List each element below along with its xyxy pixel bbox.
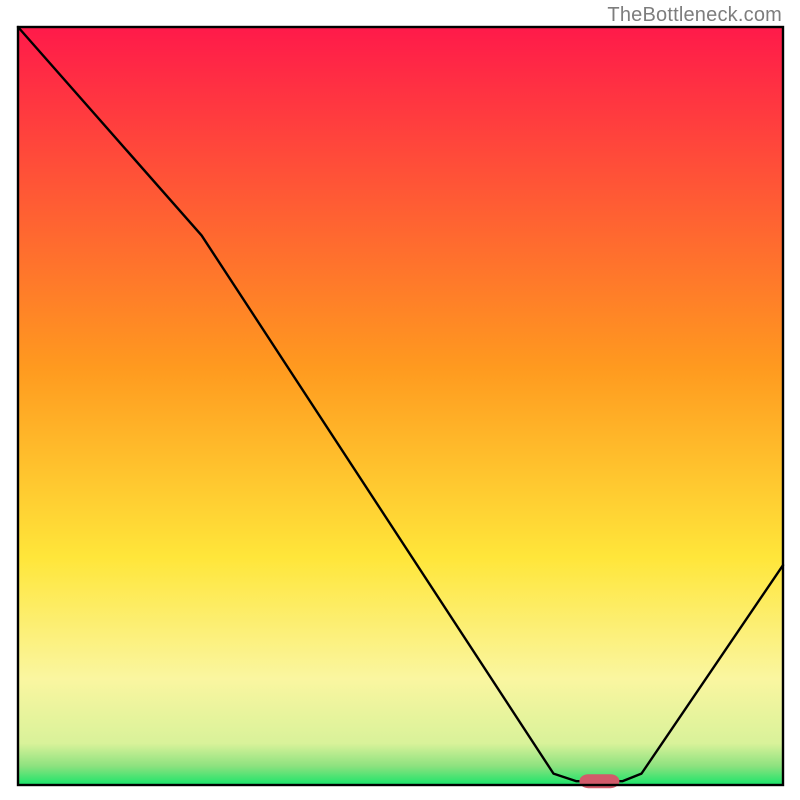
chart-svg (0, 0, 800, 800)
chart-container: TheBottleneck.com (0, 0, 800, 800)
plot-background (18, 27, 783, 785)
